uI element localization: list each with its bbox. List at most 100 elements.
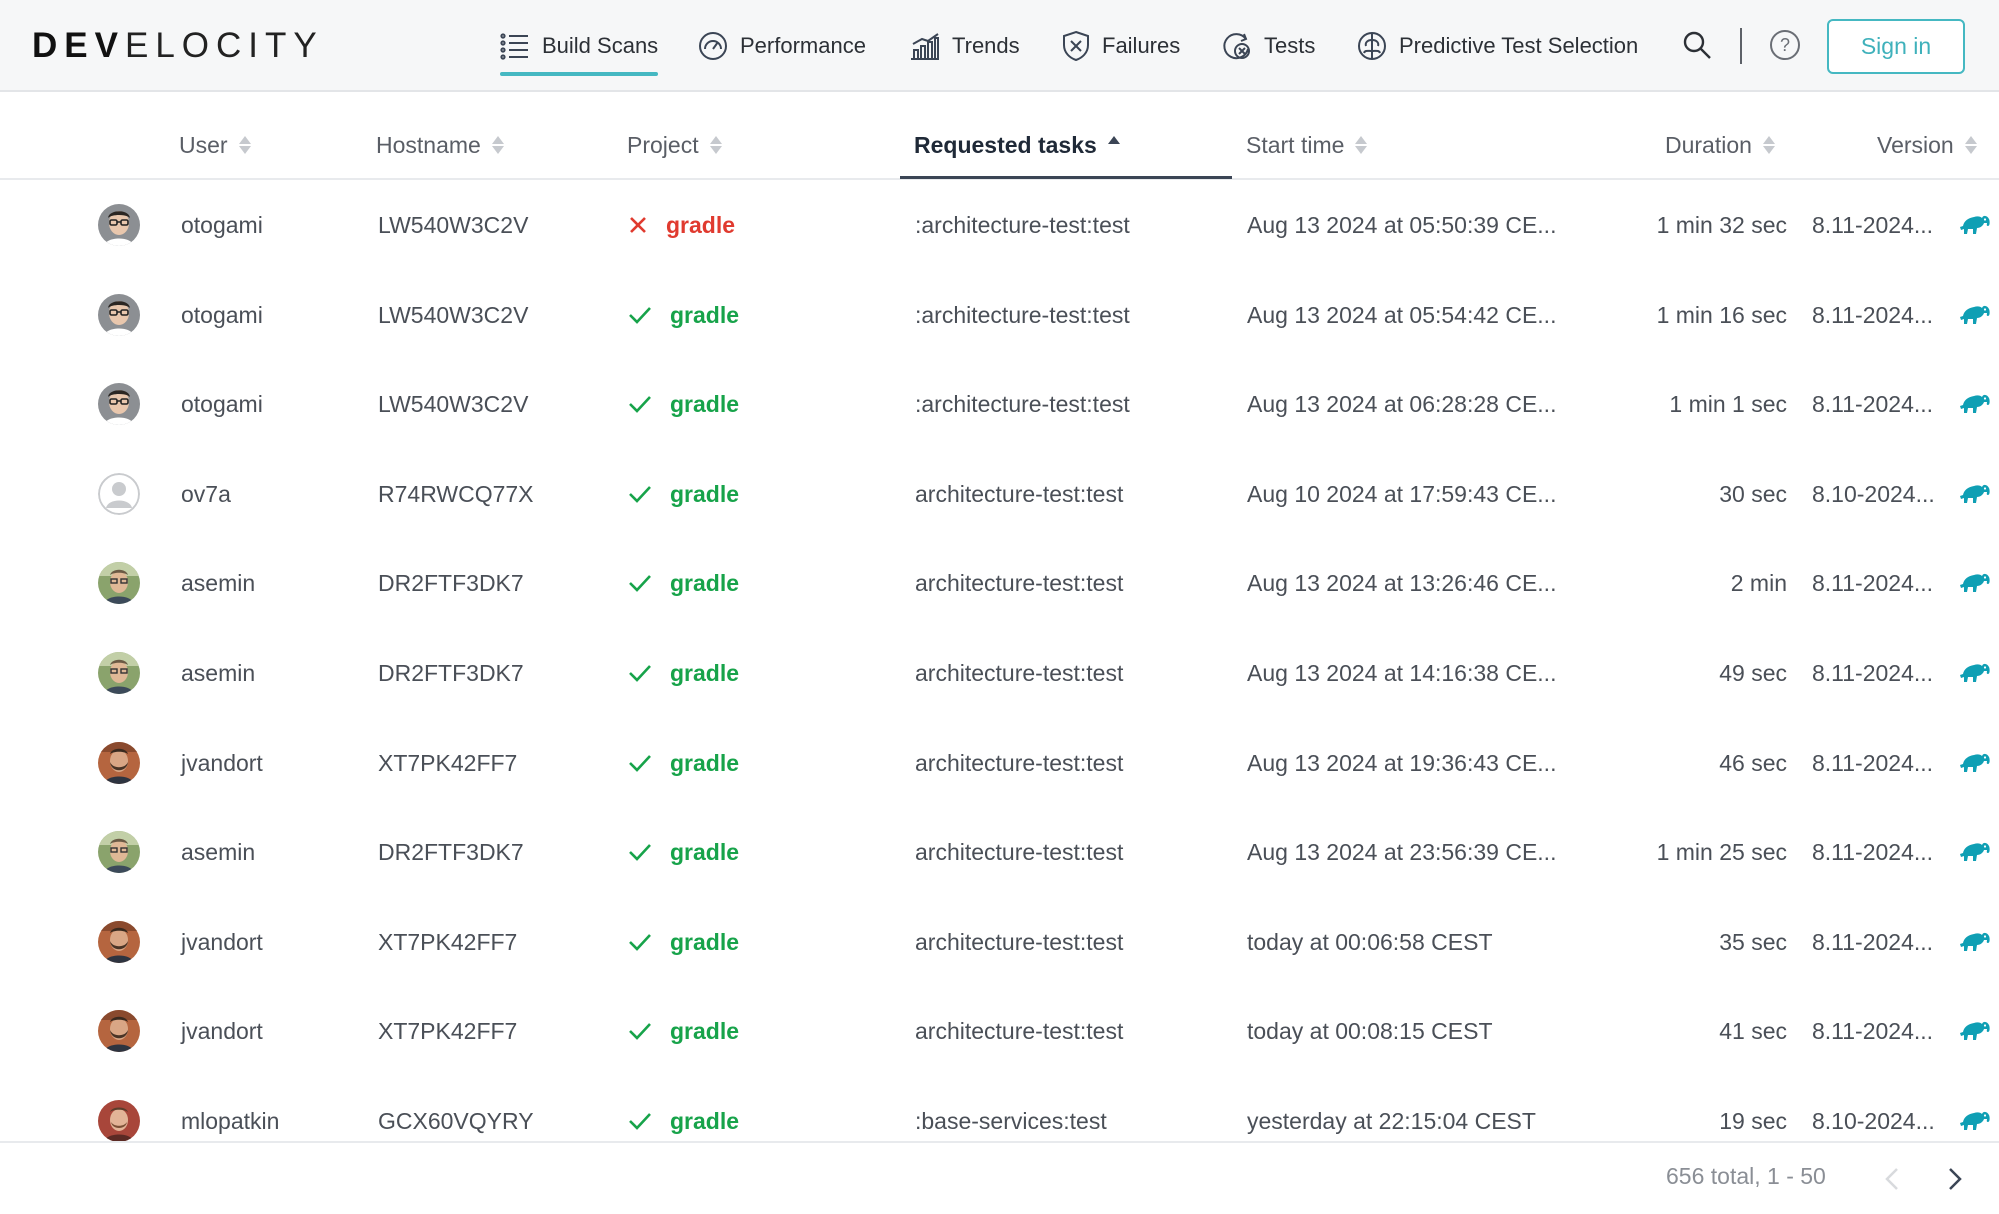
hostname-cell: XT7PK42FF7 [378,928,518,955]
chevron-right-icon [1949,1168,1962,1190]
search-icon[interactable] [1680,28,1714,62]
table-row[interactable]: jvandort XT7PK42FF7 gradle architecture-tes… [0,718,1999,808]
column-label: Start time [1246,131,1345,158]
duration-cell: 30 sec [1719,480,1787,507]
nav-performance[interactable]: Performance [698,0,866,92]
hostname-cell: DR2FTF3DK7 [378,569,524,596]
project-cell: gradle [628,718,739,808]
duration-cell: 1 min 1 sec [1669,390,1787,417]
version-cell: 8.11-2024... [1812,390,1934,417]
gradle-elephant-icon [1960,932,1990,951]
table-header: User Hostname Project Requested tasks St… [0,110,1999,180]
nav-predictive-test-selection[interactable]: Predictive Test Selection [1357,0,1638,92]
gradle-elephant-icon [1960,663,1990,682]
version-cell: 8.11-2024... [1812,749,1934,776]
nav-tests[interactable]: Tests [1222,0,1315,92]
sort-icon [491,135,505,155]
table-row[interactable]: otogami LW540W3C2V gradle:architecture-tes… [0,270,1999,360]
nav-label: Build Scans [542,33,659,58]
start-time-cell: Aug 13 2024 at 23:56:39 CE... [1247,838,1557,865]
project-name: gradle [666,211,736,238]
develocity-logo[interactable]: DEV ELOCITY [32,26,324,66]
failure-x-icon [630,217,646,233]
next-page-button[interactable] [1940,1161,1970,1197]
table-row[interactable]: otogami LW540W3C2V gradle:architecture-tes… [0,359,1999,449]
nav-label: Failures [1102,33,1181,58]
project-name: gradle [670,1017,740,1044]
duration-cell: 1 min 32 sec [1656,211,1787,238]
avatar [98,294,140,336]
logo-light-part: ELOCITY [124,26,324,65]
project-cell: gradle [628,359,739,449]
sort-icon [709,135,723,155]
table-row[interactable]: asemin DR2FTF3DK7 gradle architecture-test:… [0,628,1999,718]
success-check-icon [629,575,651,592]
header-divider [1740,28,1742,64]
column-header-hostname[interactable]: Hostname [376,110,505,180]
avatar [98,383,140,425]
nav-label: Performance [740,33,866,58]
table-row[interactable]: jvandort XT7PK42FF7 gradle architecture-tes… [0,897,1999,987]
requested-tasks-cell: architecture-test:test [915,569,1124,596]
sign-in-button[interactable]: Sign in [1827,19,1965,74]
gradle-icon [1959,572,1991,599]
project-cell: gradle [628,986,739,1076]
nav-build-scans[interactable]: Build Scans [500,0,659,92]
previous-page-button[interactable] [1877,1161,1907,1197]
column-header-project[interactable]: Project [627,110,723,180]
table-row[interactable]: asemin DR2FTF3DK7 gradle architecture-test:… [0,807,1999,897]
column-header-requested-tasks[interactable]: Requested tasks [914,110,1121,180]
requested-tasks-cell: architecture-test:test [915,838,1124,865]
success-check-icon [629,665,651,682]
duration-cell: 1 min 25 sec [1656,838,1787,865]
pagination-summary: 656 total, 1 - 50 [1666,1163,1826,1189]
gradle-icon [1959,214,1991,241]
nav-trends[interactable]: Trends [910,0,1020,92]
nav-label: Tests [1264,33,1316,58]
table-row[interactable]: jvandort XT7PK42FF7 gradle architecture-tes… [0,986,1999,1076]
sort-ascending-icon [1107,135,1121,155]
help-icon[interactable]: ? [1768,28,1802,62]
start-time-cell: Aug 10 2024 at 17:59:43 CE... [1247,480,1557,507]
hostname-cell: LW540W3C2V [378,211,529,238]
user-cell: otogami [181,211,263,238]
success-check-icon [629,844,651,861]
gradle-elephant-icon [1960,842,1990,861]
user-cell: asemin [181,659,256,686]
chart-icon [911,33,939,60]
hostname-cell: DR2FTF3DK7 [378,659,524,686]
gradle-icon [1959,483,1991,510]
project-name: gradle [670,390,740,417]
svg-text:?: ? [1780,35,1790,55]
version-cell: 8.11-2024... [1812,211,1934,238]
hostname-cell: XT7PK42FF7 [378,1017,518,1044]
table-row[interactable]: ov7a R74RWCQ77X gradle architecture-test:te… [0,449,1999,539]
start-time-cell: Aug 13 2024 at 06:28:28 CE... [1247,390,1557,417]
nav-failures[interactable]: Failures [1062,0,1180,92]
project-name: gradle [670,480,740,507]
requested-tasks-cell: :architecture-test:test [915,211,1130,238]
table-row[interactable]: asemin DR2FTF3DK7 gradle architecture-test:… [0,538,1999,628]
duration-cell: 46 sec [1719,749,1787,776]
version-cell: 8.11-2024... [1812,838,1934,865]
column-header-duration[interactable]: Duration [1665,110,1776,180]
table-row[interactable]: otogami LW540W3C2V gradle :architecture-tes… [0,180,1999,270]
logo-bold-part: DEV [32,26,125,65]
version-cell: 8.11-2024... [1812,301,1934,328]
gradle-icon [1959,931,1991,958]
nav-label: Predictive Test Selection [1399,33,1639,58]
avatar [98,921,140,963]
start-time-cell: today at 00:08:15 CEST [1247,1017,1493,1044]
column-header-version[interactable]: Version [1877,110,1978,180]
avatar [98,652,140,694]
avatar [98,473,140,515]
avatar [98,562,140,604]
column-label: Duration [1665,131,1752,158]
start-time-cell: Aug 13 2024 at 05:50:39 CE... [1247,211,1557,238]
project-name: gradle [670,838,740,865]
brain-icon [1358,32,1386,60]
column-header-user[interactable]: User [179,110,252,180]
sort-icon [238,135,252,155]
gradle-icon [1959,393,1991,420]
column-header-start-time[interactable]: Start time [1246,110,1368,180]
